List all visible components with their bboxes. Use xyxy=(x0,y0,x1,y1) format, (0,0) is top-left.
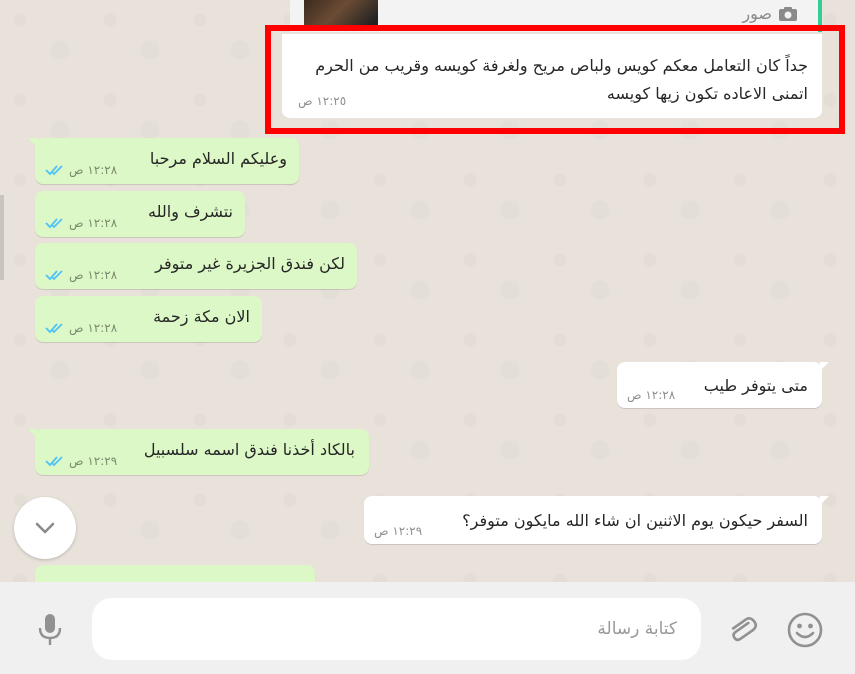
message-meta: ١٢:٢٨ ص xyxy=(45,321,117,335)
message-time: ١٢:٢٨ ص xyxy=(69,216,118,230)
double-check-icon xyxy=(45,270,63,281)
outgoing-message[interactable]: بالكاد أخذنا فندق اسمه سلسبيل ١٢:٢٩ ص xyxy=(28,429,369,475)
message-meta: ١٢:٢٨ ص xyxy=(45,163,117,177)
message-meta: ١٢:٢٨ ص xyxy=(45,216,117,230)
message-time: ١٢:٢٨ ص xyxy=(69,163,118,177)
message-time: ١٢:٢٨ ص xyxy=(69,321,118,335)
message-input[interactable] xyxy=(92,598,701,660)
double-check-icon xyxy=(45,165,63,176)
message-text: لكن فندق الجزيرة غير متوفر xyxy=(155,254,345,273)
scrollbar[interactable] xyxy=(0,195,4,280)
message-meta: ١٢:٢٨ ص xyxy=(45,268,117,282)
message-text: بالكاد أخذنا فندق اسمه سلسبيل xyxy=(143,440,355,459)
emoji-button[interactable] xyxy=(783,608,827,652)
chat-panel: صور جداً كان التعامل معكم كويس ولباص مري… xyxy=(0,0,855,582)
attach-button[interactable] xyxy=(722,610,762,650)
outgoing-message[interactable]: لكن فندق الجزيرة غير متوفر ١٢:٢٨ ص xyxy=(35,243,357,289)
message-time: ١٢:٢٩ ص xyxy=(69,454,118,468)
message-text: وعليكم السلام مرحبا xyxy=(149,149,287,168)
incoming-message[interactable]: متى يتوفر طيب ١٢:٢٨ ص xyxy=(617,362,829,408)
message-text: السفر حيكون يوم الاثنين ان شاء الله مايك… xyxy=(462,511,808,530)
emoji-icon xyxy=(787,612,823,648)
double-check-icon xyxy=(45,323,63,334)
message-time: ١٢:٢٨ ص xyxy=(627,388,676,402)
outgoing-message[interactable]: نتشرف والله ١٢:٢٨ ص xyxy=(35,191,245,237)
scroll-down-button[interactable] xyxy=(14,497,76,559)
double-check-icon xyxy=(45,218,63,229)
message-text: متى يتوفر طيب xyxy=(703,376,808,395)
outgoing-message-partial[interactable] xyxy=(35,565,315,582)
incoming-message[interactable]: السفر حيكون يوم الاثنين ان شاء الله مايك… xyxy=(364,496,829,544)
message-time: ١٢:٢٩ ص xyxy=(374,524,423,538)
mic-icon xyxy=(38,614,62,645)
message-text: الان مكة زحمة xyxy=(153,307,250,326)
message-text: نتشرف والله xyxy=(148,202,233,221)
mic-button[interactable] xyxy=(30,610,70,650)
message-time: ١٢:٢٨ ص xyxy=(69,268,118,282)
highlight-annotation xyxy=(265,25,845,134)
media-label: صور xyxy=(742,4,798,23)
media-label-text: صور xyxy=(742,4,772,23)
composer-bar xyxy=(0,582,855,674)
outgoing-message[interactable]: الان مكة زحمة ١٢:٢٨ ص xyxy=(35,296,262,342)
camera-icon xyxy=(779,6,797,21)
paperclip-icon xyxy=(731,617,758,642)
photo-thumbnail[interactable] xyxy=(304,0,378,28)
outgoing-message[interactable]: وعليكم السلام مرحبا ١٢:٢٨ ص xyxy=(28,138,299,184)
message-input-container[interactable] xyxy=(92,598,701,660)
double-check-icon xyxy=(45,456,63,467)
chevron-down-icon xyxy=(35,522,55,534)
message-meta: ١٢:٢٩ ص xyxy=(45,454,117,468)
